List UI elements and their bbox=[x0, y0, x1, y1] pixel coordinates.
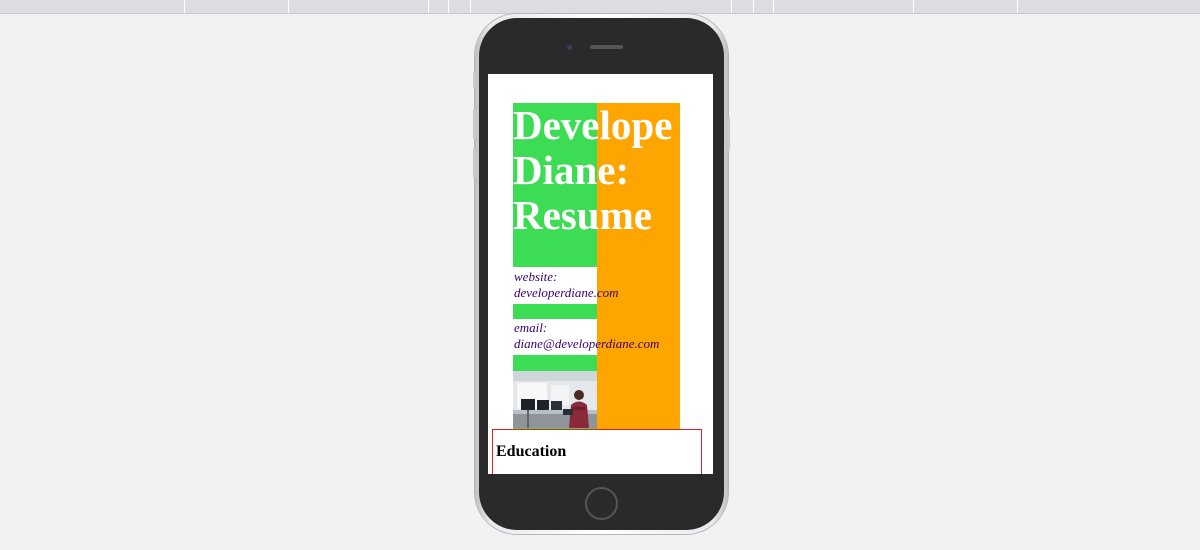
ruler-tick bbox=[470, 0, 471, 13]
education-heading: Education bbox=[496, 443, 567, 460]
title-line: Develope bbox=[513, 102, 673, 148]
ruler-tick bbox=[1017, 0, 1018, 13]
website-link[interactable]: developerdiane.com bbox=[514, 285, 619, 300]
ruler-tick bbox=[753, 0, 754, 13]
power-button bbox=[727, 117, 730, 151]
page-title: Develope Diane: Resume bbox=[513, 103, 713, 238]
volume-up-button bbox=[473, 109, 476, 139]
email-contact: email: diane@developerdiane.com bbox=[514, 320, 659, 352]
ruler-tick bbox=[913, 0, 914, 13]
volume-down-button bbox=[473, 148, 476, 178]
title-line: Diane: bbox=[513, 147, 630, 193]
camera-icon bbox=[567, 45, 572, 50]
top-ruler-bar bbox=[0, 0, 1200, 14]
ruler-tick bbox=[448, 0, 449, 13]
email-label: email: bbox=[514, 320, 548, 335]
office-photo-image bbox=[513, 371, 597, 428]
email-link[interactable]: diane@developerdiane.com bbox=[514, 336, 659, 351]
home-button[interactable] bbox=[585, 487, 618, 520]
profile-photo bbox=[513, 371, 597, 428]
phone-screen: Develope Diane: Resume website: develope… bbox=[488, 74, 713, 474]
education-section: Education bbox=[492, 429, 702, 474]
website-label: website: bbox=[514, 269, 558, 284]
website-contact: website: developerdiane.com bbox=[514, 269, 619, 301]
mute-switch bbox=[473, 72, 476, 88]
ruler-tick bbox=[773, 0, 774, 13]
ruler-tick bbox=[428, 0, 429, 13]
ruler-tick bbox=[731, 0, 732, 13]
ruler-tick bbox=[288, 0, 289, 13]
ruler-tick bbox=[184, 0, 185, 13]
title-line: Resume bbox=[513, 192, 652, 238]
speaker-grille bbox=[590, 45, 623, 49]
